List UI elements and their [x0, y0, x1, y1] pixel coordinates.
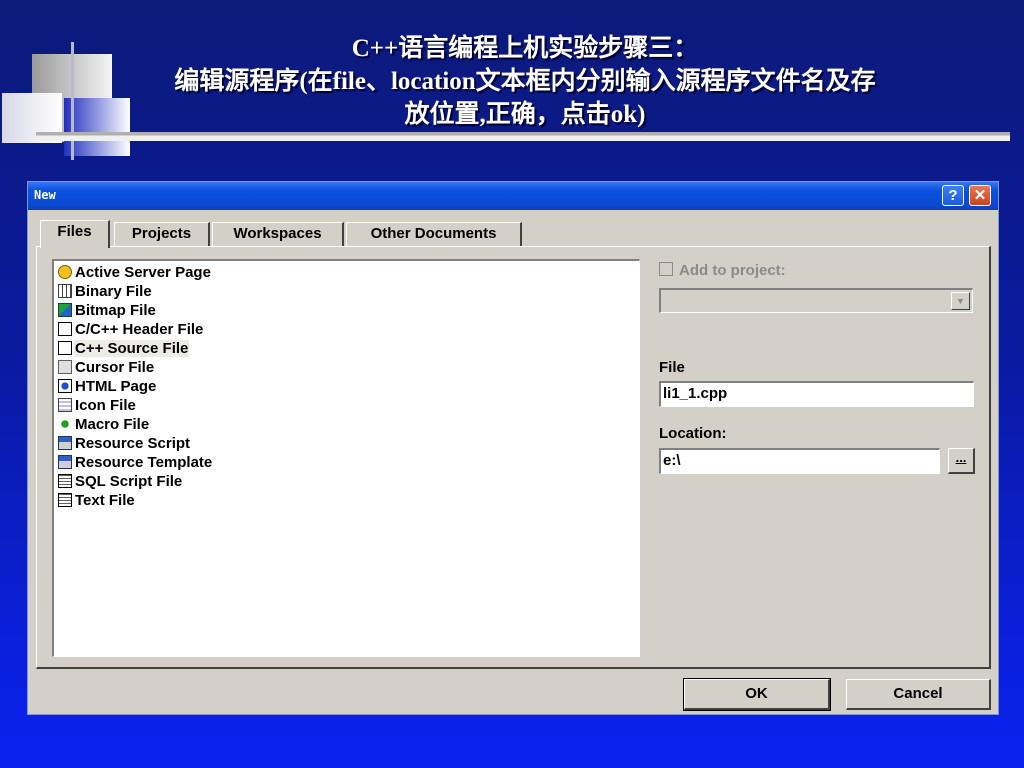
help-button[interactable]: ?	[942, 185, 964, 206]
location-label: Location:	[659, 425, 727, 442]
list-item[interactable]: Resource Script	[58, 435, 191, 453]
ok-button[interactable]: OK	[683, 678, 831, 711]
cancel-button[interactable]: Cancel	[846, 679, 991, 710]
list-item[interactable]: HTML Page	[58, 378, 157, 396]
slide-title-line: 放位置,正确，点击ok)	[404, 101, 646, 128]
slide-title-line: C++语言编程上机实验步骤三：	[351, 35, 699, 62]
tab-other-documents[interactable]: Other Documents	[346, 222, 522, 246]
list-item[interactable]: Text File	[58, 492, 136, 510]
list-item[interactable]: Active Server Page	[58, 264, 212, 282]
location-field[interactable]: e:\	[659, 448, 940, 474]
new-dialog: New ? ✕ Files Projects Workspaces Other …	[27, 181, 999, 715]
icon-file-icon	[58, 398, 72, 412]
resource-template-icon	[58, 455, 72, 469]
decorative-line	[71, 42, 74, 160]
list-item[interactable]: Bitmap File	[58, 302, 157, 320]
close-icon: ✕	[973, 187, 987, 204]
html-icon	[58, 379, 72, 393]
resource-script-icon	[58, 436, 72, 450]
list-item[interactable]: Cursor File	[58, 359, 155, 377]
list-item[interactable]: Binary File	[58, 283, 153, 301]
tab-workspaces[interactable]: Workspaces	[212, 222, 344, 246]
header-file-icon	[58, 322, 72, 336]
source-file-icon	[58, 341, 72, 355]
file-type-list[interactable]: Active Server Page Binary File Bitmap Fi…	[52, 259, 640, 657]
file-name-field[interactable]: li1_1.cpp	[659, 381, 974, 407]
browse-button[interactable]: ...	[948, 448, 975, 474]
dialog-title: New	[34, 188, 56, 202]
list-item[interactable]: Resource Template	[58, 454, 213, 472]
file-label: File	[659, 359, 685, 376]
tab-projects[interactable]: Projects	[114, 222, 210, 246]
macro-icon	[58, 417, 72, 431]
binary-icon	[58, 284, 72, 298]
slide-title-line: 编辑源程序(在file、location文本框内分别输入源程序文件名及存	[174, 68, 876, 95]
text-file-icon	[58, 493, 72, 507]
close-button[interactable]: ✕	[969, 185, 991, 206]
chevron-down-icon[interactable]: ▼	[951, 292, 970, 310]
cursor-icon	[58, 360, 72, 374]
sql-file-icon	[58, 474, 72, 488]
add-to-project-row[interactable]: Add to project:	[659, 262, 786, 279]
help-icon: ?	[948, 187, 958, 204]
tab-files[interactable]: Files	[40, 220, 110, 248]
list-item[interactable]: Icon File	[58, 397, 137, 415]
asp-icon	[58, 265, 72, 279]
dialog-title-bar[interactable]: New ? ✕	[28, 182, 998, 210]
add-to-project-checkbox[interactable]	[659, 262, 673, 276]
slide-title: C++语言编程上机实验步骤三： 编辑源程序(在file、location文本框内…	[100, 32, 950, 131]
project-select[interactable]: ▼	[659, 288, 973, 313]
list-item[interactable]: SQL Script File	[58, 473, 183, 491]
list-item-selected[interactable]: C++ Source File	[58, 340, 190, 358]
add-to-project-label: Add to project:	[679, 262, 786, 279]
list-item[interactable]: C/C++ Header File	[58, 321, 204, 339]
bitmap-icon	[58, 303, 72, 317]
list-item[interactable]: Macro File	[58, 416, 150, 434]
decorative-rule	[36, 132, 1010, 141]
